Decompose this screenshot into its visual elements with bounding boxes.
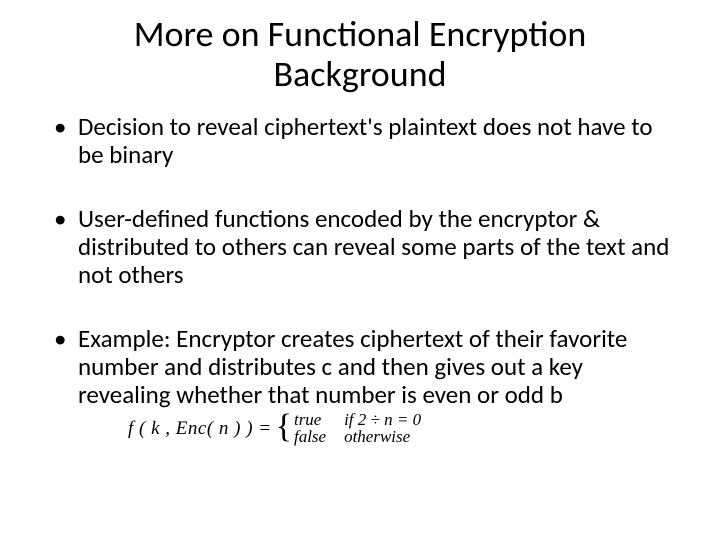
bullet-text: Decision to reveal ciphertext's plaintex… [78, 111, 653, 170]
title-line-2: Background [273, 52, 446, 96]
slide: More on Functional Encryption Background… [0, 0, 720, 540]
bullet-item: Decision to reveal ciphertext's plaintex… [48, 113, 672, 169]
formula: f ( k , Enc( n ) ) = { true if 2 ÷ n = 0… [128, 411, 421, 447]
case-value: true [294, 411, 326, 429]
slide-title: More on Functional Encryption Background [48, 14, 672, 95]
case-value: false [294, 428, 326, 446]
case-condition: otherwise [344, 428, 421, 446]
bullet-text: Example: Encryptor creates ciphertext of… [78, 323, 627, 410]
brace-icon: { [276, 410, 292, 444]
formula-lhs: f ( k , Enc( n ) ) = [128, 418, 272, 439]
bullet-list: Decision to reveal ciphertext's plaintex… [48, 113, 672, 447]
bullet-item: User-defined functions encoded by the en… [48, 205, 672, 289]
bullet-text: User-defined functions encoded by the en… [78, 203, 669, 290]
case-condition: if 2 ÷ n = 0 [344, 411, 421, 429]
title-line-1: More on Functional Encryption [134, 12, 587, 56]
bullet-item: Example: Encryptor creates ciphertext of… [48, 325, 672, 447]
formula-row: f ( k , Enc( n ) ) = { true if 2 ÷ n = 0… [78, 411, 672, 447]
formula-cases: true if 2 ÷ n = 0 false otherwise [294, 411, 421, 447]
